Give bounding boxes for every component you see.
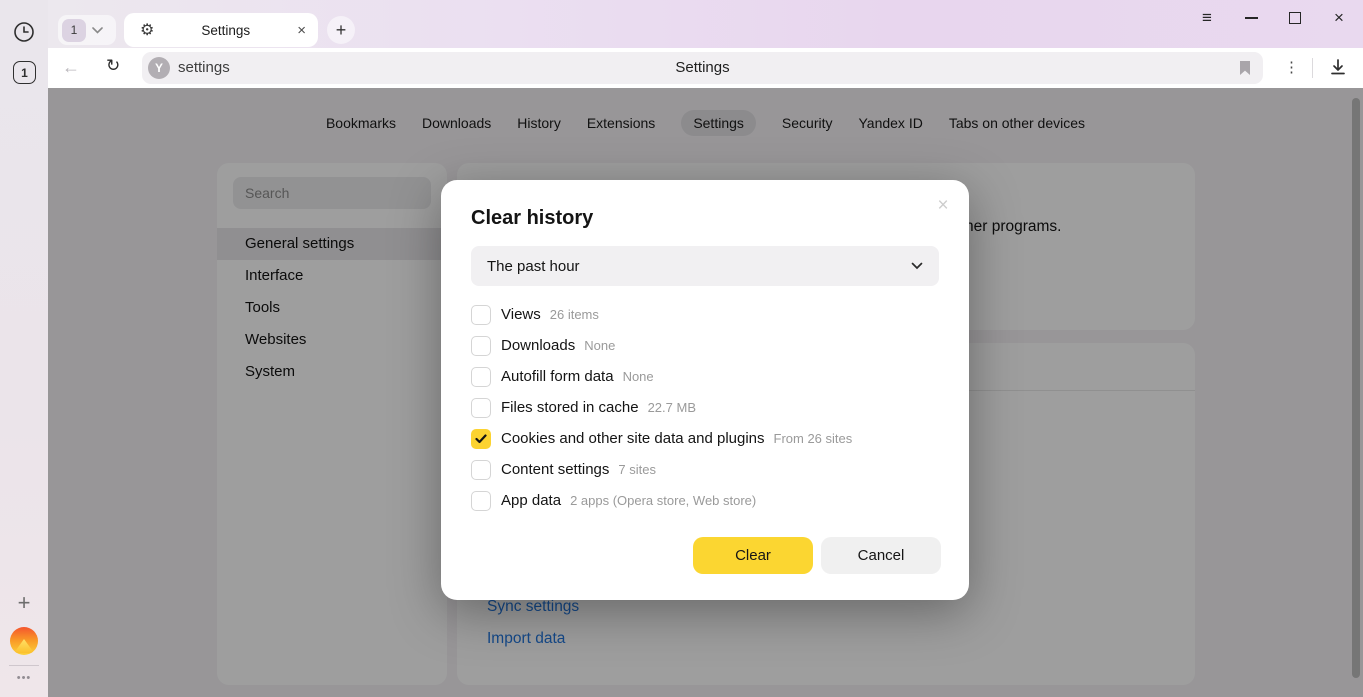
rail-tab-count-badge[interactable]: 1 [13, 61, 36, 84]
checkbox[interactable] [471, 367, 491, 387]
tab-strip: 1 ⚙ Settings × + ≡ × [48, 0, 1363, 48]
window-minimize-button[interactable] [1237, 5, 1265, 31]
item-value: 26 items [550, 307, 599, 322]
dialog-close-icon[interactable]: × [931, 194, 955, 218]
window-close-button[interactable]: × [1325, 5, 1353, 31]
item-label: Autofill form data [501, 368, 614, 385]
tab-group-pill[interactable]: 1 [58, 15, 116, 45]
clear-item-views[interactable]: Views 26 items [471, 299, 852, 330]
clear-item-downloads[interactable]: Downloads None [471, 330, 852, 361]
rail-divider [9, 665, 39, 666]
toolbar: ← ↻ Y settings Settings ⋮ [48, 48, 1363, 88]
tab-title: Settings [154, 23, 297, 38]
item-value: From 26 sites [774, 431, 853, 446]
item-label: Cookies and other site data and plugins [501, 430, 765, 447]
clear-items-list: Views 26 items Downloads None Autofill f… [471, 299, 852, 516]
rail-more-icon[interactable]: ••• [0, 672, 48, 684]
item-label: Files stored in cache [501, 399, 639, 416]
item-label: App data [501, 492, 561, 509]
clear-button[interactable]: Clear [693, 537, 813, 574]
chevron-down-icon [911, 262, 923, 270]
rail-add-icon[interactable]: + [12, 591, 36, 615]
checkbox[interactable] [471, 398, 491, 418]
browser-window: 1 + ••• 1 ⚙ Settings × + ≡ × ← ↻ Y [0, 0, 1363, 697]
chevron-down-icon [92, 27, 103, 34]
checkbox[interactable] [471, 491, 491, 511]
clear-item-autofill[interactable]: Autofill form data None [471, 361, 852, 392]
checkbox[interactable] [471, 336, 491, 356]
item-value: None [584, 338, 615, 353]
toolbar-separator [1312, 58, 1313, 78]
dialog-actions: Clear Cancel [693, 537, 941, 574]
reload-icon[interactable]: ↻ [106, 56, 120, 76]
cancel-button[interactable]: Cancel [821, 537, 941, 574]
checkbox[interactable] [471, 460, 491, 480]
item-value: 7 sites [618, 462, 656, 477]
browser-menu-icon[interactable]: ≡ [1193, 5, 1221, 31]
item-value: 2 apps (Opera store, Web store) [570, 493, 756, 508]
dialog-title: Clear history [471, 207, 593, 230]
time-range-select[interactable]: The past hour [471, 246, 939, 286]
clear-history-dialog: Clear history × The past hour Views 26 i… [441, 180, 969, 600]
new-tab-button[interactable]: + [327, 16, 355, 44]
clear-item-cache[interactable]: Files stored in cache 22.7 MB [471, 392, 852, 423]
bookmark-icon[interactable] [1239, 60, 1251, 76]
back-icon[interactable]: ← [62, 57, 80, 78]
checkbox-checked[interactable] [471, 429, 491, 449]
minimize-icon [1245, 17, 1258, 19]
history-clock-icon[interactable] [13, 21, 35, 43]
tab-settings[interactable]: ⚙ Settings × [124, 13, 318, 47]
item-label: Downloads [501, 337, 575, 354]
extensions-kebab-icon[interactable]: ⋮ [1284, 58, 1299, 76]
item-label: Content settings [501, 461, 609, 478]
tab-close-icon[interactable]: × [297, 22, 306, 39]
maximize-icon [1289, 12, 1301, 24]
gear-icon: ⚙ [140, 20, 154, 40]
time-range-value: The past hour [487, 258, 580, 275]
item-label: Views [501, 306, 541, 323]
clear-item-cookies[interactable]: Cookies and other site data and plugins … [471, 423, 852, 454]
address-bar[interactable]: Y settings Settings [142, 52, 1263, 84]
yandex-mail-icon[interactable] [10, 627, 38, 655]
clear-item-app-data[interactable]: App data 2 apps (Opera store, Web store) [471, 485, 852, 516]
item-value: None [623, 369, 654, 384]
window-controls: ≡ × [1177, 5, 1353, 31]
checkbox[interactable] [471, 305, 491, 325]
window-maximize-button[interactable] [1281, 5, 1309, 31]
downloads-icon[interactable] [1330, 59, 1346, 76]
clear-item-content-settings[interactable]: Content settings 7 sites [471, 454, 852, 485]
left-rail: 1 + ••• [0, 0, 48, 697]
address-page-title: Settings [142, 52, 1263, 84]
tab-group-count-badge: 1 [62, 19, 86, 42]
item-value: 22.7 MB [648, 400, 696, 415]
